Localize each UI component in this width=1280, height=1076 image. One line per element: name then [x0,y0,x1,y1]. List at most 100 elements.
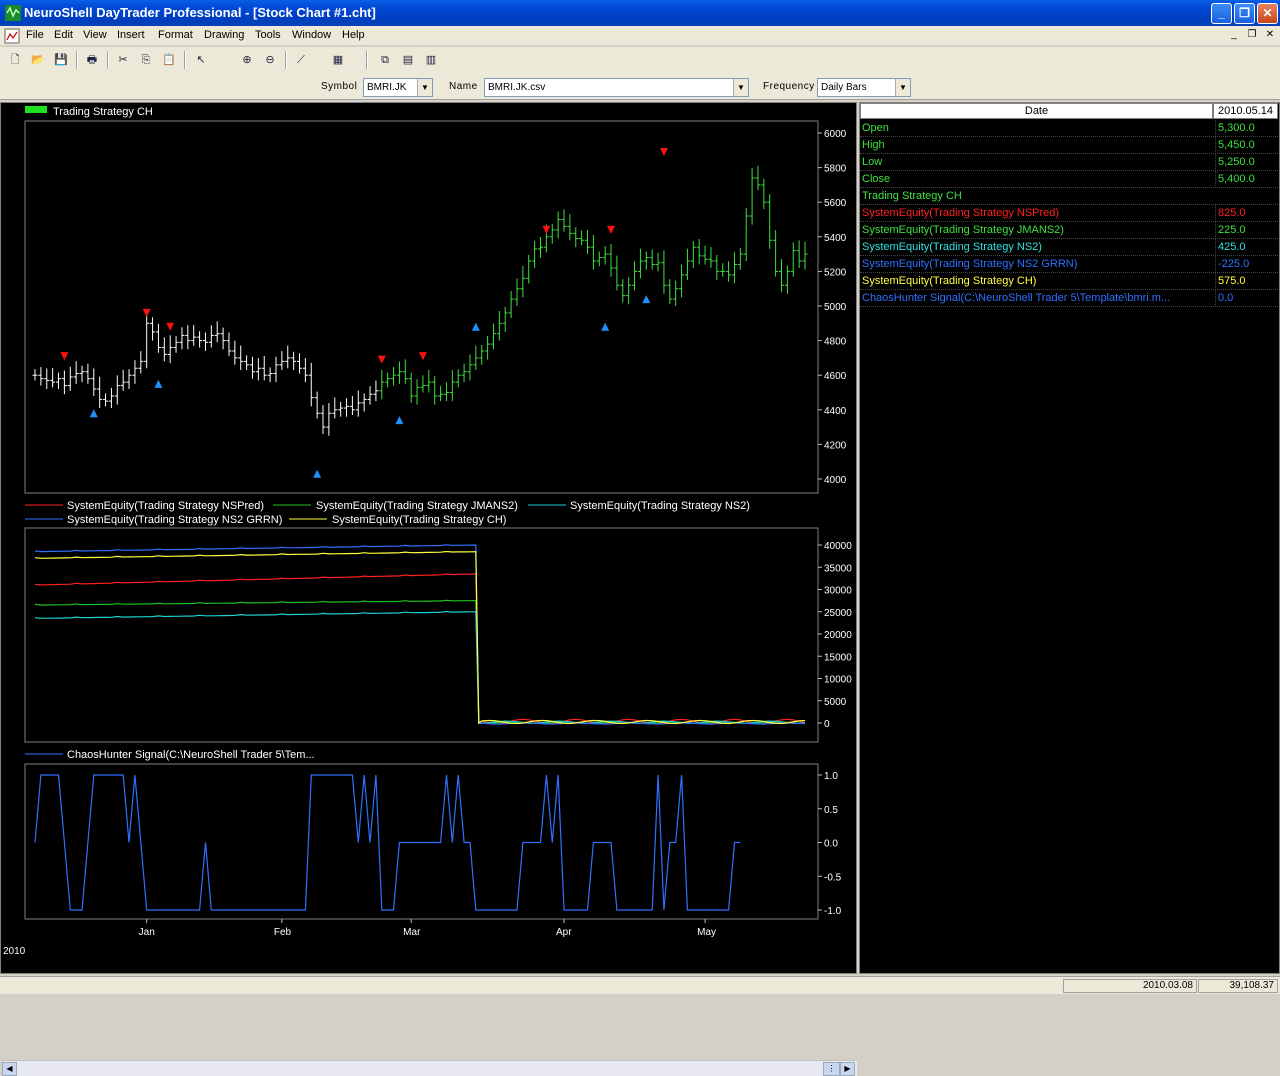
price-tick-label: 5800 [824,164,847,175]
equity-tick-label: 25000 [824,608,852,619]
buy-arrow-icon [313,469,322,478]
line-tool-icon[interactable]: ⟋ [292,51,310,69]
menu-insert[interactable]: Insert [117,29,145,41]
menu-help[interactable]: Help [342,29,365,41]
chart-window[interactable]: Trading Strategy CH 6000 5800 5600 5400 5200… [0,102,857,1076]
date-value-header[interactable]: 2010.05.14 [1213,103,1278,119]
scroll-left-icon[interactable]: ◀ [2,1062,17,1076]
buy-arrow-icon [471,322,480,331]
data-row-value: 825.0 [1215,205,1277,222]
date-column-header[interactable]: Date [860,103,1213,119]
equity-series-line [34,550,806,725]
pointer-icon[interactable]: ↖ [192,51,210,69]
save-icon[interactable]: 💾 [52,51,70,69]
equity-tick-label: 0 [824,719,830,730]
data-row[interactable]: Open 5,300.0 [860,120,1278,137]
price-tick-label: 4800 [824,337,847,348]
chart-window-icon[interactable]: ▤ [399,51,417,69]
menu-view[interactable]: View [83,29,107,41]
zoom-in-icon[interactable]: ⊕ [238,51,256,69]
mdi-close-button[interactable]: ✕ [1262,28,1278,43]
chart-canvas[interactable]: Trading Strategy CH 6000 5800 5600 5400 5200… [1,103,856,958]
legend-ns2: SystemEquity(Trading Strategy NS2) [570,500,750,512]
mdi-restore-button[interactable]: ❐ [1244,28,1260,43]
chevron-down-icon[interactable]: ▼ [895,79,910,96]
equity-tick-label: 35000 [824,563,852,574]
name-label: Name [449,81,478,92]
signal-tick-label: 0.0 [824,839,838,850]
cut-icon[interactable]: ✂ [114,51,132,69]
data-row[interactable]: High 5,450.0 [860,137,1278,154]
copy-icon[interactable]: ⎘ [137,51,155,69]
data-row[interactable]: SystemEquity(Trading Strategy CH) 575.0 [860,273,1278,290]
minimize-button[interactable]: _ [1211,3,1232,24]
chevron-down-icon[interactable]: ▼ [417,79,432,96]
data-row[interactable]: SystemEquity(Trading Strategy NSPred) 825… [860,205,1278,222]
data-row[interactable]: SystemEquity(Trading Strategy JMANS2) 225… [860,222,1278,239]
data-row[interactable]: SystemEquity(Trading Strategy NS2) 425.0 [860,239,1278,256]
pattern-icon[interactable]: ▦ [329,51,347,69]
price-legend-swatch [25,106,47,113]
frequency-label: Frequency [763,81,815,92]
data-row[interactable]: Trading Strategy CH [860,188,1278,205]
data-row[interactable]: ChaosHunter Signal(C:\NeuroShell Trader … [860,290,1278,307]
chevron-down-icon[interactable]: ▼ [733,79,748,96]
price-legend: Trading Strategy CH [53,106,153,118]
horizontal-scrollbar[interactable]: ◀ ⋮ ▶ [2,1060,857,1076]
paste-icon[interactable]: 📋 [160,51,178,69]
signal-tick-label: -1.0 [824,906,842,917]
data-row-label: SystemEquity(Trading Strategy NS2 GRRN) [862,258,1078,270]
data-row[interactable]: Low 5,250.0 [860,154,1278,171]
chart-doc-icon[interactable] [4,28,20,44]
menu-window[interactable]: Window [292,29,331,41]
scroll-thumb[interactable]: ⋮ [823,1062,840,1076]
data-row-label: Trading Strategy CH [862,190,962,202]
app-icon [5,5,21,21]
price-tick-label: 4400 [824,406,847,417]
open-folder-icon[interactable]: 📂 [29,51,47,69]
data-row-value: 5,250.0 [1215,154,1277,171]
equity-tick-label: 5000 [824,697,847,708]
restore-button[interactable]: ❐ [1234,3,1255,24]
sell-arrow-icon [607,225,616,234]
menu-format[interactable]: Format [158,29,193,41]
legend-jmans2: SystemEquity(Trading Strategy JMANS2) [316,500,518,512]
menu-file[interactable]: File [26,29,44,41]
date-tick-label: Apr [556,927,572,938]
price-tick-label: 6000 [824,129,847,140]
sell-arrow-icon [377,355,386,364]
new-file-icon[interactable]: 🗋 [6,51,24,69]
price-bars [32,165,808,436]
sell-arrow-icon [142,308,151,317]
scroll-right-icon[interactable]: ▶ [840,1062,855,1076]
toolbar-separator [107,51,109,69]
name-dropdown[interactable]: BMRI.JK.csv ▼ [484,78,749,97]
sell-arrow-icon [542,225,551,234]
date-tick-label: May [697,927,716,938]
print-icon[interactable]: 🖶 [83,51,101,69]
frequency-dropdown[interactable]: Daily Bars ▼ [817,78,911,97]
symbol-label: Symbol [321,81,358,92]
signal-tick-label: 0.5 [824,805,838,816]
zoom-out-icon[interactable]: ⊖ [261,51,279,69]
data-row-label: Low [862,156,883,168]
symbol-dropdown[interactable]: BMRI.JK ▼ [363,78,433,97]
buy-arrow-icon [601,322,610,331]
data-row-value: 425.0 [1215,239,1277,256]
legend-ns2-grrn: SystemEquity(Trading Strategy NS2 GRRN) [67,514,282,526]
indicator-icon[interactable]: ▥ [422,51,440,69]
data-row[interactable]: SystemEquity(Trading Strategy NS2 GRRN) -… [860,256,1278,273]
menu-edit[interactable]: Edit [54,29,73,41]
close-button[interactable]: ✕ [1257,3,1278,24]
title-bar: NeuroShell DayTrader Professional - [Sto… [0,0,1280,26]
data-row-label: SystemEquity(Trading Strategy CH) [862,275,1037,287]
menu-drawing[interactable]: Drawing [204,29,244,41]
windows-icon[interactable]: ⧉ [376,51,394,69]
equity-series-line [34,544,806,725]
menu-tools[interactable]: Tools [255,29,281,41]
toolbar-separator [76,51,78,69]
mdi-minimize-button[interactable]: _ [1226,28,1242,43]
data-row[interactable]: Close 5,400.0 [860,171,1278,188]
sell-arrow-icon [418,352,427,361]
legend-nspred: SystemEquity(Trading Strategy NSPred) [67,500,264,512]
